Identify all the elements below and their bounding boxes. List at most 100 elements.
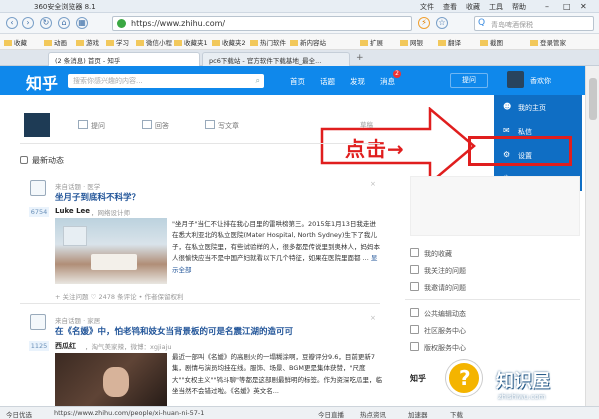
nav-home[interactable]: 首页: [290, 76, 305, 87]
link-public-edits[interactable]: 公共编辑动态: [410, 308, 466, 319]
tab-bar: (2 条消息) 首页 - 知乎 pc6下载站 - 官方软件下载基地_最全... …: [0, 50, 599, 66]
fav-item[interactable]: 收藏: [4, 37, 27, 47]
feed-source[interactable]: 来自话题 · 医学: [55, 181, 100, 191]
envelope-icon: ✉: [503, 126, 510, 135]
flash-icon[interactable]: ⚡: [418, 17, 430, 29]
topic-medical-icon: [30, 180, 46, 196]
search-icon[interactable]: ⌕: [256, 76, 260, 86]
fav-item[interactable]: 翻译: [438, 37, 461, 47]
status-news[interactable]: 热点资讯: [360, 409, 386, 419]
topic-home-icon: [30, 314, 46, 330]
fav-item[interactable]: 学习: [106, 37, 129, 47]
author-signature: ，淘气美家辣，微博：xgjiaju: [85, 343, 172, 351]
status-download[interactable]: 下载: [450, 409, 463, 419]
person-icon: ☻: [503, 102, 512, 111]
vote-count[interactable]: 6754: [29, 207, 49, 217]
answer-footer[interactable]: + 关注问题 ♡ 2478 条评论 • 作者保留权利: [55, 291, 184, 301]
status-live[interactable]: 今日直播: [318, 409, 344, 419]
menu-file[interactable]: 文件: [420, 2, 434, 12]
refresh-icon[interactable]: ↻: [40, 17, 52, 29]
avatar[interactable]: [507, 71, 524, 88]
author-name[interactable]: Luke Lee: [55, 207, 90, 215]
answer-photo[interactable]: [55, 353, 167, 409]
nav-explore[interactable]: 发现: [350, 76, 365, 87]
scrollbar[interactable]: [585, 66, 599, 406]
link-invited-questions[interactable]: 我邀请的问题: [410, 282, 466, 293]
action-write[interactable]: 写文章: [205, 120, 239, 131]
menu-item-label: 我的主页: [518, 104, 546, 112]
menu-tools[interactable]: 工具: [489, 2, 503, 12]
nav-messages[interactable]: 消息: [380, 76, 395, 87]
answer-photo[interactable]: [55, 218, 167, 284]
zhihu-logo[interactable]: 知乎: [26, 70, 58, 94]
search-input[interactable]: Q 青岛啤酒保税: [474, 16, 594, 31]
secure-icon: [117, 19, 126, 28]
action-ask[interactable]: 提问: [78, 120, 105, 131]
fav-item[interactable]: 新内容站: [290, 37, 326, 47]
link-followed-questions[interactable]: 我关注的问题: [410, 265, 466, 276]
link-collections[interactable]: 我的收藏: [410, 248, 452, 259]
close-window-icon[interactable]: ✕: [580, 2, 587, 11]
back-icon[interactable]: ‹: [6, 17, 18, 29]
minimize-icon[interactable]: –: [545, 2, 549, 11]
menu-favorites[interactable]: 收藏: [466, 2, 480, 12]
menu-help[interactable]: 帮助: [512, 2, 526, 12]
feed-header: 最新动态: [32, 156, 64, 165]
question-title[interactable]: 在《名媛》中，怕老鸨和妓女当背景板的可是名震江湖的造可可: [55, 325, 385, 337]
fav-item[interactable]: 收藏夹1: [174, 37, 208, 47]
zhihu-search-input[interactable]: 搜索你感兴趣的内容... ⌕: [68, 74, 264, 88]
username[interactable]: 香欢你: [530, 76, 551, 86]
url-text: https://www.zhihu.com/: [131, 19, 226, 28]
question-title[interactable]: 坐月子到底科不科学？: [55, 191, 140, 203]
new-tab-icon[interactable]: +: [356, 53, 364, 63]
link-copyright-center[interactable]: 版权服务中心: [410, 342, 466, 353]
fav-item[interactable]: 游戏: [76, 37, 99, 47]
tab-label: (2 条消息) 首页 - 知乎: [55, 57, 121, 65]
photo-window: [63, 226, 87, 246]
tab-pc6[interactable]: pc6下载站 - 官方软件下载基地_最全...: [202, 52, 350, 66]
status-accelerator[interactable]: 加速器: [408, 409, 428, 419]
menu-view[interactable]: 查看: [443, 2, 457, 12]
zhihu-search-placeholder: 搜索你感兴趣的内容...: [73, 77, 143, 85]
fav-item[interactable]: 截图: [480, 37, 503, 47]
fav-item[interactable]: 动画: [44, 37, 67, 47]
nav-topics[interactable]: 话题: [320, 76, 335, 87]
star-icon[interactable]: ☆: [436, 17, 448, 29]
status-bar: 今日优选 https://www.zhihu.com/people/xi-hua…: [0, 406, 599, 419]
answer-body: 最近一部叫《名媛》的高剧火的一塌糊涂啊，豆瓣评分9.6，目前更新7集，剧情与演员…: [172, 353, 382, 396]
home-icon[interactable]: ⌂: [58, 17, 70, 29]
link-community-center[interactable]: 社区服务中心: [410, 325, 466, 336]
url-input[interactable]: https://www.zhihu.com/: [112, 16, 412, 31]
right-section-title: 知乎: [410, 374, 426, 383]
photo-face: [103, 367, 129, 397]
menu-item-profile[interactable]: ☻ 我的主页: [494, 95, 582, 119]
address-bar: ‹ › ↻ ⌂ ▦ https://www.zhihu.com/ ⚡ ☆ Q 青…: [0, 13, 599, 34]
profile-avatar[interactable]: [24, 113, 50, 137]
grid-icon[interactable]: ▦: [76, 17, 88, 29]
author-name[interactable]: 西瓜红: [55, 341, 76, 351]
vote-count[interactable]: 1125: [29, 341, 49, 351]
status-picks[interactable]: 今日优选: [6, 409, 32, 419]
fav-item[interactable]: 收藏夹2: [212, 37, 246, 47]
action-answer[interactable]: 回答: [142, 120, 169, 131]
fav-item[interactable]: 扩展: [360, 37, 383, 47]
close-icon[interactable]: ×: [370, 314, 376, 322]
watermark-subtext: zhishiwu.com: [498, 393, 546, 401]
feed-source[interactable]: 来自话题 · 家居: [55, 315, 100, 325]
forward-icon[interactable]: ›: [22, 17, 34, 29]
fav-item[interactable]: 网银: [400, 37, 423, 47]
drafts-link[interactable]: 草稿: [360, 119, 373, 129]
answer-excerpt[interactable]: "坐月子"当仁不让排在我心目里的雷哄榜第三。2015年1月13日我走进在悉大利亚…: [172, 219, 382, 281]
answer-excerpt[interactable]: 最近一部叫《名媛》的高剧火的一塌糊涂啊，豆瓣评分9.6，目前更新7集，剧情与演员…: [172, 352, 382, 405]
close-icon[interactable]: ×: [370, 180, 376, 188]
tab-zhihu[interactable]: (2 条消息) 首页 - 知乎: [48, 52, 200, 66]
maximize-icon[interactable]: □: [563, 2, 571, 11]
annotation-click-label: 点击→: [345, 137, 405, 161]
fav-item[interactable]: 微信小程: [136, 37, 172, 47]
fav-item[interactable]: 热门软件: [250, 37, 286, 47]
question-mark-icon: ?: [459, 366, 471, 390]
feed-icon: [20, 156, 28, 164]
fav-item[interactable]: 登录管家: [530, 37, 566, 47]
scroll-thumb[interactable]: [589, 78, 597, 120]
ask-button[interactable]: 提问: [450, 73, 488, 88]
